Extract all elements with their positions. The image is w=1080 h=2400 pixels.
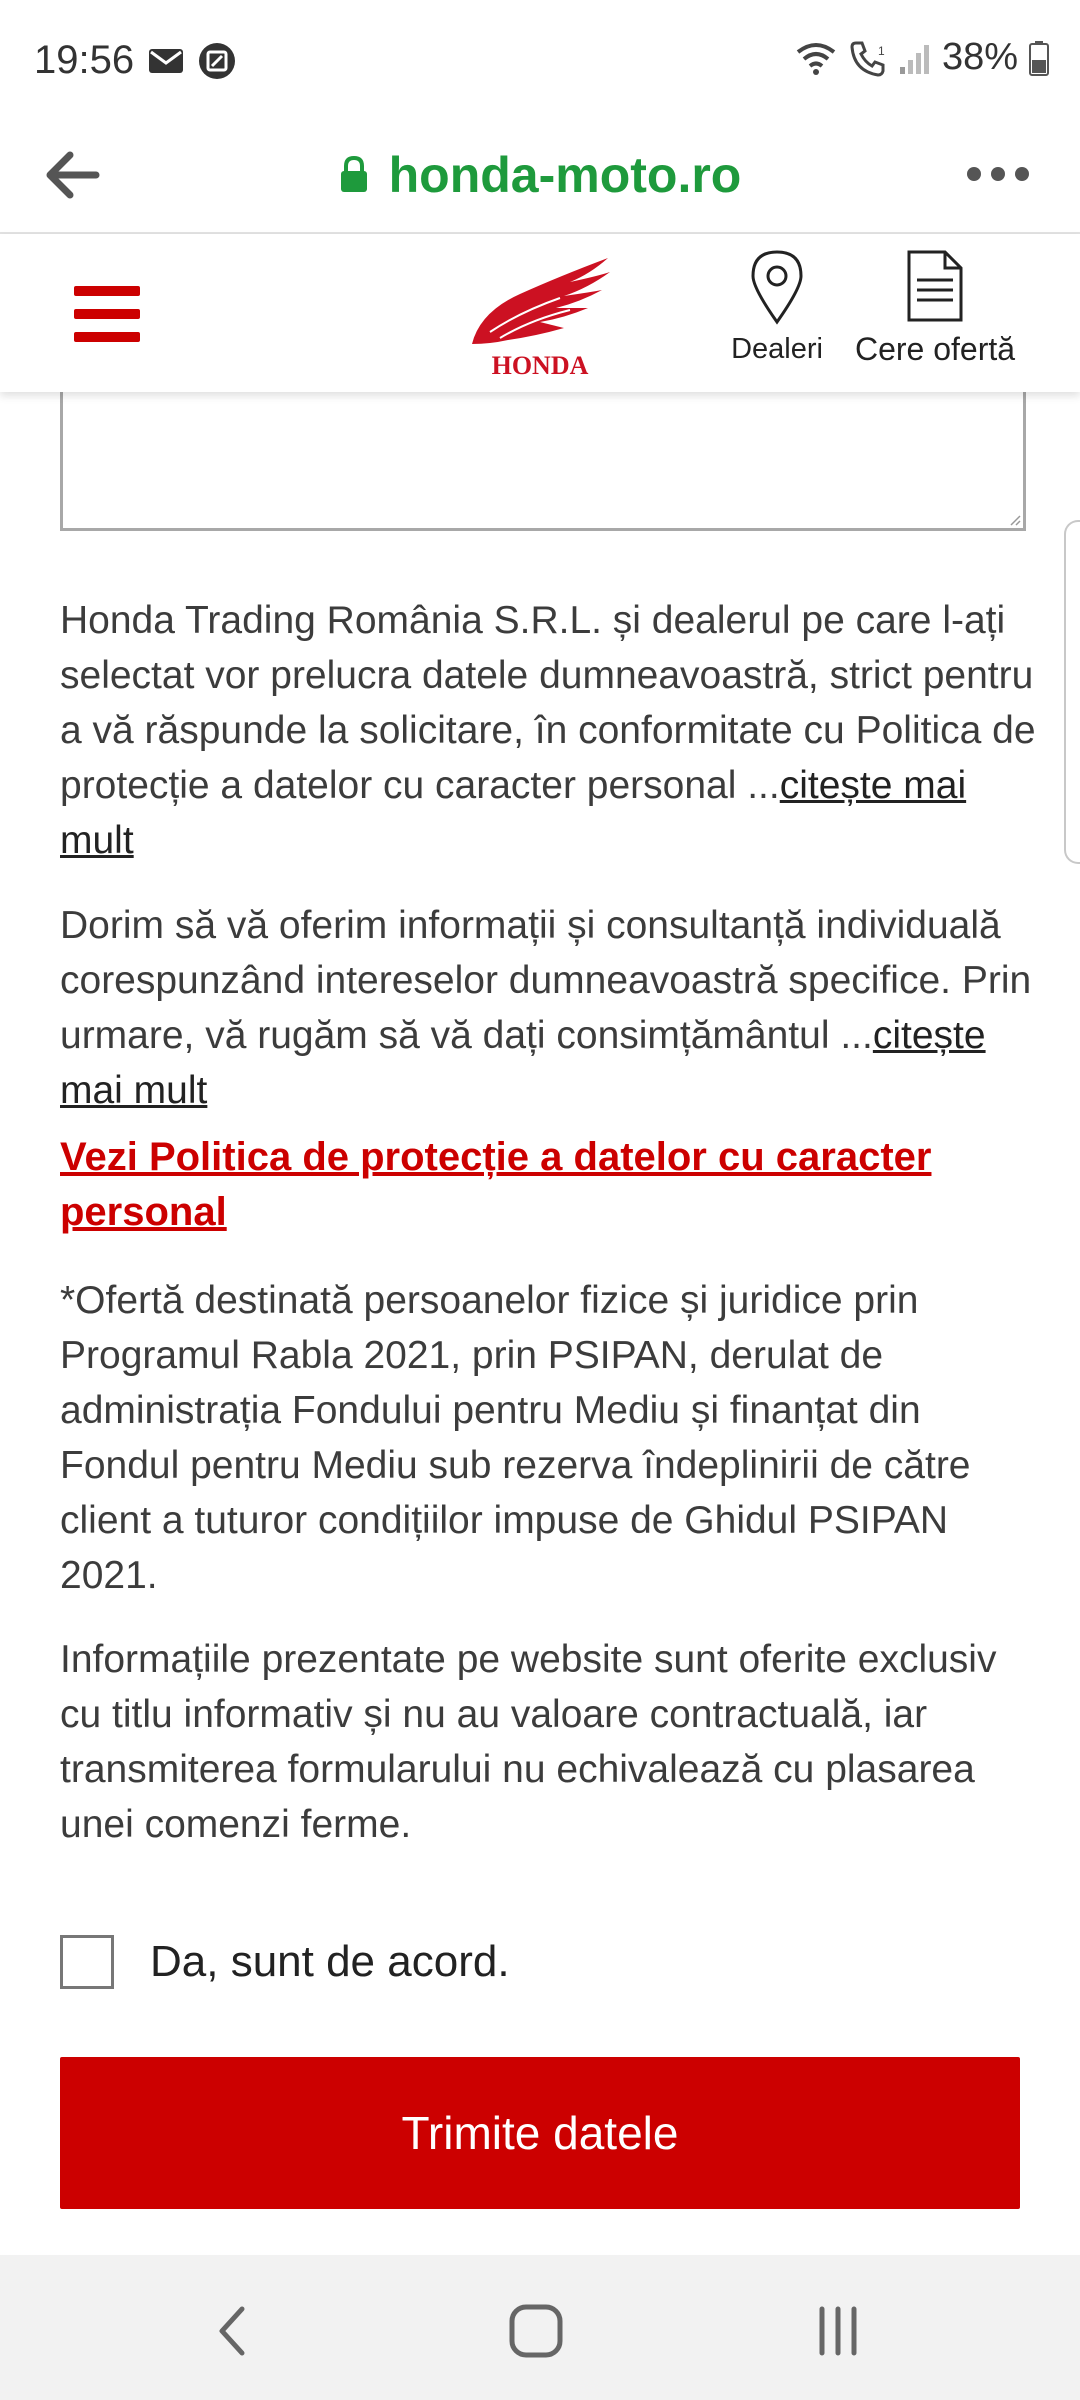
request-offer-label: Cere ofertă xyxy=(854,331,1016,367)
svg-text:1: 1 xyxy=(878,44,885,58)
consent-label[interactable]: Da, sunt de acord. xyxy=(150,1937,510,1987)
status-left-icons xyxy=(148,42,236,80)
ellipsis: ... xyxy=(747,764,780,807)
screenshot-icon xyxy=(199,43,235,79)
battery-icon xyxy=(1029,40,1049,76)
menu-icon[interactable] xyxy=(74,286,140,342)
lock-icon xyxy=(340,156,367,192)
privacy-policy-link[interactable]: Vezi Politica de protecție a datelor cu … xyxy=(60,1130,1020,1240)
home-nav-icon[interactable] xyxy=(506,2301,566,2361)
side-scroll-tab[interactable] xyxy=(1064,520,1080,864)
call-icon: 1 xyxy=(850,41,885,77)
disclaimer: Informațiile prezentate pe website sunt … xyxy=(60,1638,997,1846)
status-time: 19:56 xyxy=(34,38,135,82)
signal-icon xyxy=(899,44,929,74)
site-header: HONDA Dealeri Cere ofertă xyxy=(0,234,1080,392)
battery-percentage: 38% xyxy=(941,36,1018,78)
dealers-label: Dealeri xyxy=(731,333,823,365)
data-processing-paragraph: Honda Trading România S.R.L. și dealerul… xyxy=(60,593,1040,868)
navigation-bar xyxy=(0,2255,1080,2400)
browser-url-bar: honda-moto.ro xyxy=(0,118,1080,234)
more-icon[interactable] xyxy=(964,154,1032,194)
honda-logo[interactable]: HONDA xyxy=(460,252,620,378)
document-icon xyxy=(907,250,963,322)
request-offer-button[interactable]: Cere ofertă xyxy=(845,248,1025,378)
url-text: honda-moto.ro xyxy=(388,147,742,203)
message-textarea[interactable] xyxy=(60,380,1026,531)
consent-paragraph: Dorim să vă oferim informații și consult… xyxy=(60,898,1040,1118)
map-pin-icon xyxy=(751,250,803,325)
status-right: 1 38% xyxy=(794,36,1050,79)
dealers-button[interactable]: Dealeri xyxy=(722,248,832,378)
submit-button[interactable]: Trimite datele xyxy=(60,2057,1020,2209)
svg-text:HONDA: HONDA xyxy=(492,351,589,378)
ellipsis: ... xyxy=(840,1014,873,1057)
url-display[interactable]: honda-moto.ro xyxy=(0,118,1080,232)
offer-note: *Ofertă destinată persoanelor fizice și … xyxy=(60,1279,971,1597)
mail-icon xyxy=(149,49,183,73)
consent-checkbox[interactable] xyxy=(60,1935,114,1989)
wifi-icon xyxy=(796,42,836,75)
resize-grip-icon[interactable] xyxy=(1007,512,1021,526)
status-bar: 19:56 1 38% xyxy=(0,0,1080,118)
consent-row[interactable]: Da, sunt de acord. xyxy=(60,1932,510,1992)
recents-nav-icon[interactable] xyxy=(808,2301,868,2361)
back-nav-icon[interactable] xyxy=(204,2301,264,2361)
